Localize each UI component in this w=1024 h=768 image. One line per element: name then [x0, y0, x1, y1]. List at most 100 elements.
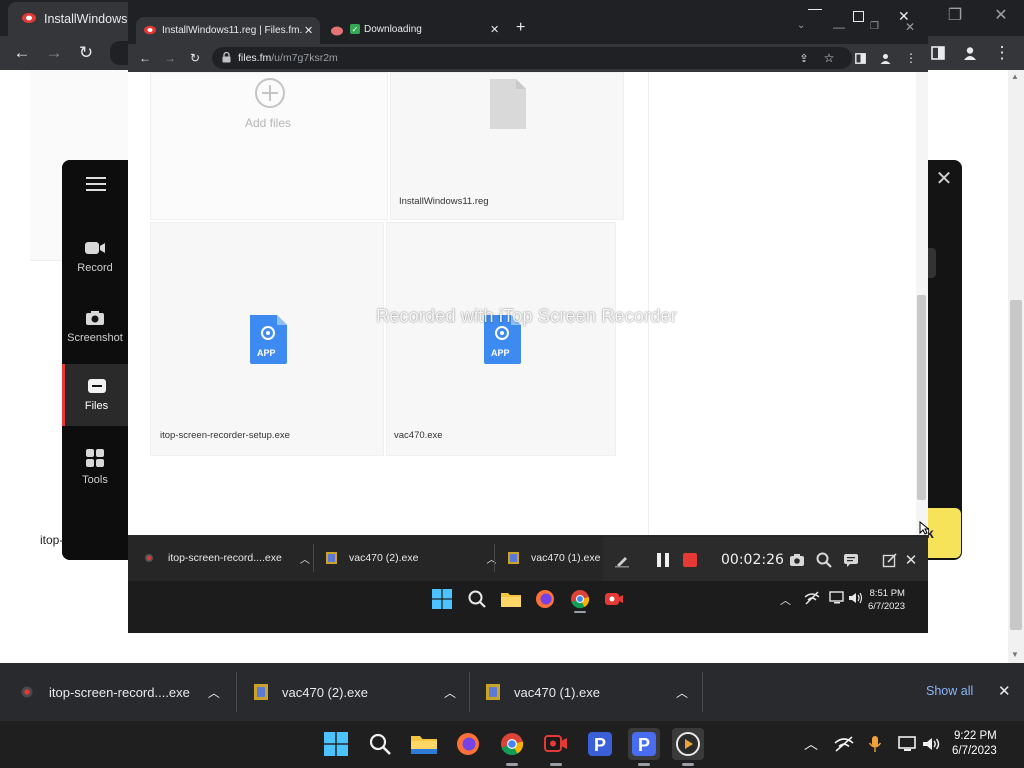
pause-icon[interactable] — [651, 548, 675, 572]
forward-icon[interactable]: → — [40, 39, 68, 67]
profile-icon[interactable] — [956, 39, 984, 67]
recorder-close-icon[interactable]: ✕ — [899, 548, 923, 572]
sidebar-item-label: Screenshot — [67, 332, 123, 344]
menu-icon[interactable]: ⋮ — [988, 39, 1016, 67]
itop-recorder-taskbar-icon[interactable] — [601, 586, 627, 612]
file-explorer-icon[interactable] — [498, 586, 524, 612]
chevron-up-icon[interactable]: ︿ — [300, 551, 310, 566]
download-item[interactable]: vac470 (1).exe ︿ — [486, 663, 688, 721]
media-player-icon[interactable] — [672, 728, 704, 760]
inner-reload-icon[interactable]: ↻ — [186, 49, 204, 67]
sidebar-item-files[interactable]: Files — [62, 364, 128, 426]
sidebar-item-tools[interactable]: Tools — [62, 436, 128, 498]
itop-partial-label: itop- — [40, 533, 64, 547]
sidebar-item-record[interactable]: Record — [62, 226, 128, 288]
stop-icon[interactable] — [678, 548, 702, 572]
windows-start-icon[interactable] — [429, 586, 455, 612]
microphone-icon[interactable] — [868, 735, 882, 753]
rec-close-icon[interactable]: ✕ — [898, 9, 910, 23]
sidebar-item-screenshot[interactable]: Screenshot — [62, 296, 128, 358]
chevron-up-icon[interactable]: ︿ — [208, 684, 220, 701]
show-all-link[interactable]: Show all — [926, 684, 973, 698]
outer-address-bar[interactable] — [110, 41, 130, 65]
inner-tab-active[interactable]: InstallWindows11.reg | Files.fm. ✕ — [136, 17, 320, 44]
tab-search-icon[interactable]: ⌄ — [797, 20, 805, 31]
inner-scrollbar-thumb[interactable] — [917, 295, 926, 500]
display-icon[interactable] — [829, 591, 845, 605]
download-name: itop-screen-record....exe — [168, 552, 282, 564]
chrome-icon[interactable] — [496, 728, 528, 760]
volume-icon[interactable] — [848, 591, 864, 605]
inner-tab-close-icon[interactable]: ✕ — [304, 24, 313, 37]
network-off-icon[interactable] — [834, 736, 854, 752]
inner-clock[interactable]: 8:51 PM 6/7/2023 — [868, 587, 905, 613]
scroll-up-icon[interactable]: ▲ — [1011, 72, 1019, 81]
pen-icon[interactable] — [610, 548, 634, 572]
sidepanel-icon[interactable] — [924, 39, 952, 67]
bookmark-star-icon[interactable]: ☆ — [820, 49, 838, 67]
close-download-bar-icon[interactable]: ✕ — [998, 682, 1011, 700]
new-tab-icon[interactable]: + — [516, 19, 525, 37]
divider — [702, 672, 703, 712]
downloading-favicon-icon — [331, 26, 343, 36]
restore-icon[interactable]: ❐ — [932, 0, 978, 30]
app-favicon-icon — [22, 12, 36, 24]
annotate-icon[interactable] — [839, 548, 863, 572]
chrome-icon[interactable] — [567, 586, 593, 612]
firefox-icon[interactable] — [532, 586, 558, 612]
chevron-up-icon[interactable]: ︿ — [444, 684, 456, 701]
hamburger-icon[interactable] — [86, 176, 106, 192]
download-item[interactable]: itop-screen-record....exe ︿ — [20, 663, 220, 721]
volume-icon[interactable] — [922, 736, 942, 752]
outer-time: 9:22 PM — [953, 730, 997, 742]
network-off-icon[interactable] — [804, 591, 820, 605]
screenshot-camera-icon[interactable] — [785, 548, 809, 572]
inner-download-item[interactable]: itop-screen-record....exe ︿ — [144, 535, 310, 581]
file-tile[interactable]: InstallWindows11.reg — [390, 72, 624, 220]
inner-download-item[interactable]: vac470 (2).exe ︿ — [326, 535, 496, 581]
outer-scrollbar-thumb[interactable] — [1010, 300, 1022, 630]
outer-clock[interactable]: 9:22 PM 6/7/2023 — [952, 729, 997, 759]
add-files-tile[interactable]: Add files — [150, 72, 388, 220]
scroll-down-icon[interactable]: ▼ — [1011, 650, 1019, 659]
file-tile[interactable]: APP itop-screen-recorder-setup.exe — [150, 222, 384, 456]
inner-profile-icon[interactable] — [876, 49, 894, 67]
p-app-icon[interactable]: P — [584, 728, 616, 760]
outer-date: 6/7/2023 — [952, 745, 997, 757]
back-icon[interactable]: ← — [8, 39, 36, 67]
rec-minimize-icon[interactable] — [808, 9, 822, 10]
file-tile[interactable]: APP vac470.exe — [386, 222, 616, 456]
itop-recorder-taskbar-icon[interactable] — [540, 728, 572, 760]
divider — [494, 544, 495, 572]
inner-restore-icon[interactable]: ❐ — [870, 21, 879, 32]
installer-file-icon — [486, 684, 500, 700]
file-explorer-icon[interactable] — [408, 728, 440, 760]
media-running-indicator — [682, 763, 694, 766]
itop-close-icon[interactable]: ✕ — [932, 166, 956, 190]
inner-sidepanel-icon[interactable] — [851, 49, 869, 67]
inner-menu-icon[interactable]: ⋮ — [902, 49, 920, 67]
inner-back-icon[interactable]: ← — [136, 49, 154, 67]
outer-tab[interactable]: InstallWindows1 — [8, 2, 138, 36]
inner-download-item[interactable]: vac470 (1).exe — [508, 535, 600, 581]
zoom-icon[interactable] — [812, 548, 836, 572]
itop-primary-button[interactable]: k — [924, 508, 961, 558]
display-icon[interactable] — [898, 736, 918, 752]
inner-tab-2-close-icon[interactable]: ✕ — [490, 23, 499, 36]
tray-chevron-icon[interactable]: ︿ — [780, 592, 791, 608]
rec-maximize-icon[interactable] — [853, 11, 864, 22]
search-icon[interactable] — [364, 728, 396, 760]
windows-start-icon[interactable] — [320, 728, 352, 760]
close-window-icon[interactable]: ✕ — [978, 0, 1024, 30]
chevron-up-icon[interactable]: ︿ — [676, 684, 688, 701]
reload-icon[interactable]: ↻ — [72, 39, 100, 67]
inner-taskbar — [128, 581, 928, 633]
download-item[interactable]: vac470 (2).exe ︿ — [254, 663, 456, 721]
inner-forward-icon[interactable]: → — [161, 49, 179, 67]
inner-minimize-icon[interactable]: — — [833, 20, 845, 34]
tray-chevron-icon[interactable]: ︿ — [804, 734, 818, 754]
search-icon[interactable] — [464, 586, 490, 612]
share-icon[interactable]: ⇪ — [795, 49, 813, 67]
p-app-active-icon[interactable]: P — [628, 728, 660, 760]
firefox-icon[interactable] — [452, 728, 484, 760]
